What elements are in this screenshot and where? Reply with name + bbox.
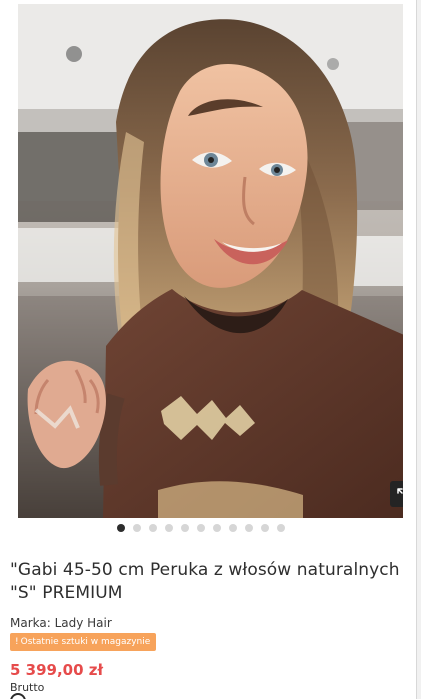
pagination-dot[interactable] [261,524,269,532]
pagination-dot[interactable] [117,524,125,532]
pagination-dot[interactable] [149,524,157,532]
pagination-dot[interactable] [277,524,285,532]
product-page: "Gabi 45-50 cm Peruka z włosów naturalny… [0,0,421,699]
pagination-dot[interactable] [197,524,205,532]
pagination-dot[interactable] [213,524,221,532]
scrollbar[interactable] [416,0,421,699]
stock-badge: ! Ostatnie sztuki w magazynie [10,633,157,651]
pagination-dot[interactable] [229,524,237,532]
brand-label: Marka: Lady Hair [10,616,112,630]
pagination-dot[interactable] [133,524,141,532]
pagination-dot[interactable] [245,524,253,532]
product-title: "Gabi 45-50 cm Peruka z włosów naturalny… [10,560,400,603]
image-pagination [117,522,285,534]
price: 5 399,00 zł [10,661,104,679]
product-image[interactable] [18,4,403,518]
stock-badge-label: Ostatnie sztuki w magazynie [20,637,151,647]
expand-icon [397,488,403,494]
pagination-dot[interactable] [165,524,173,532]
warning-icon: ! [15,637,19,647]
zoom-button[interactable] [390,481,403,507]
pagination-dot[interactable] [181,524,189,532]
